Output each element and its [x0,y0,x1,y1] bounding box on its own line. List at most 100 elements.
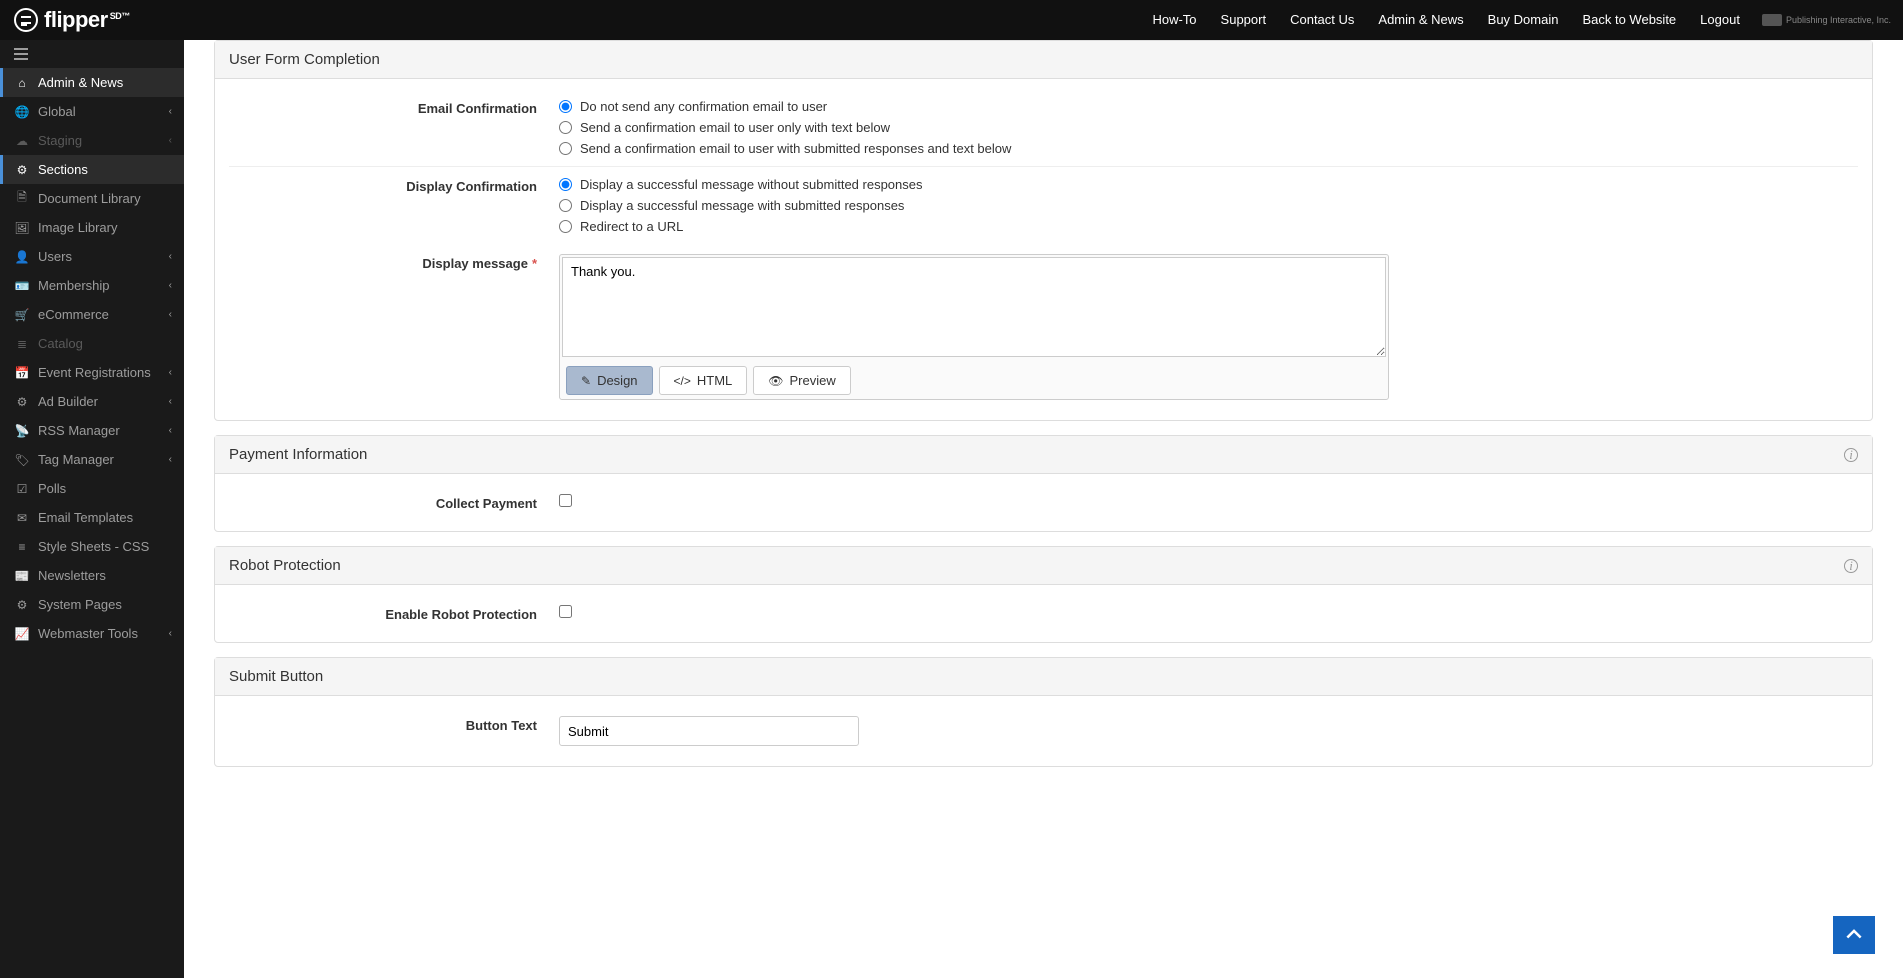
sidebar-item-admin-news[interactable]: ⌂ Admin & News [0,68,184,97]
label-display-message: Display message* [229,254,559,400]
chevron-up-icon [1844,925,1864,945]
envelope-icon: ✉ [14,511,30,525]
sidebar-item-label: Document Library [38,191,141,206]
sidebar-item-image-library[interactable]: 🖼 Image Library [0,213,184,242]
sidebar-item-label: eCommerce [38,307,109,322]
editor-tab-html[interactable]: </> HTML [659,366,748,395]
panel-payment-information: Payment Information i Collect Payment [214,435,1873,532]
editor-tab-design[interactable]: ✎ Design [566,366,653,395]
nav-adminnews[interactable]: Admin & News [1366,0,1475,40]
eye-icon: 👁 [768,374,783,388]
radio-input[interactable] [559,178,572,191]
code-icon: ≡ [14,540,30,554]
chevron-left-icon: ‹ [169,425,172,436]
calendar-icon: 📅 [14,366,30,380]
sidebar-item-sections[interactable]: ⚙Sections [0,155,184,184]
sidebar-item-users[interactable]: 👤Users‹ [0,242,184,271]
panel-header: User Form Completion [215,41,1872,79]
radio-input[interactable] [559,199,572,212]
sidebar-item-document-library[interactable]: 🗎 Document Library [0,184,184,213]
radio-input[interactable] [559,100,572,113]
sidebar-item-ad-builder[interactable]: ⚙Ad Builder‹ [0,387,184,416]
panel-title: Submit Button [229,668,323,685]
nav-backtosite[interactable]: Back to Website [1570,0,1688,40]
chevron-left-icon: ‹ [169,396,172,407]
nav-logout[interactable]: Logout [1688,0,1752,40]
sidebar-item-email-templates[interactable]: ✉ Email Templates [0,503,184,532]
label-display-confirmation: Display Confirmation [229,177,559,234]
chevron-left-icon: ‹ [169,280,172,291]
chevron-left-icon: ‹ [169,135,172,146]
idcard-icon: 🪪 [14,279,30,293]
sidebar-item-label: Membership [38,278,110,293]
sidebar-item-webmaster-tools[interactable]: 📈Webmaster Tools‹ [0,619,184,648]
sidebar-item-label: RSS Manager [38,423,120,438]
vendor-icon [1762,14,1782,26]
nav-contact[interactable]: Contact Us [1278,0,1366,40]
sidebar-item-label: Style Sheets - CSS [38,539,149,554]
sidebar-item-label: Sections [38,162,88,177]
gear-icon: ⚙ [14,598,30,612]
panel-title: Payment Information [229,446,367,463]
sidebar-item-event-registrations[interactable]: 📅 Event Registrations ‹ [0,358,184,387]
topbar: flipperSD™ How-To Support Contact Us Adm… [0,0,1903,40]
user-icon: 👤 [14,250,30,264]
radio-display-no-responses[interactable]: Display a successful message without sub… [559,177,1858,192]
radio-input[interactable] [559,121,572,134]
chevron-left-icon: ‹ [169,309,172,320]
radio-display-with-responses[interactable]: Display a successful message with submit… [559,198,1858,213]
radio-display-redirect[interactable]: Redirect to a URL [559,219,1858,234]
news-icon: 📰 [14,569,30,583]
home-icon: ⌂ [14,76,30,90]
radio-email-with-responses[interactable]: Send a confirmation email to user with s… [559,141,1858,156]
radio-input[interactable] [559,220,572,233]
editor-tab-preview[interactable]: 👁 Preview [753,366,850,395]
main-content: User Form Completion Email Confirmation … [184,40,1903,827]
sidebar-item-rss-manager[interactable]: 📡RSS Manager‹ [0,416,184,445]
scroll-to-top-button[interactable] [1833,916,1875,954]
sidebar-toggle[interactable] [0,40,184,68]
sidebar-item-style-sheets-css[interactable]: ≡ Style Sheets - CSS [0,532,184,561]
nav-howto[interactable]: How-To [1140,0,1208,40]
sidebar-item-label: Email Templates [38,510,133,525]
panel-title: Robot Protection [229,557,341,574]
sidebar-item-global[interactable]: 🌐Global‹ [0,97,184,126]
sidebar-item-label: Image Library [38,220,117,235]
sidebar: ⌂Admin & News🌐Global‹☁Staging‹⚙Sections🗎… [0,40,184,978]
panel-header: Submit Button [215,658,1872,696]
nav-buydomain[interactable]: Buy Domain [1476,0,1571,40]
sidebar-item-tag-manager[interactable]: 🏷Tag Manager‹ [0,445,184,474]
info-icon[interactable]: i [1844,559,1858,573]
image-icon: 🖼 [14,221,30,235]
check-icon: ☑ [14,482,30,496]
input-button-text[interactable] [559,716,859,746]
radio-input[interactable] [559,142,572,155]
top-nav: How-To Support Contact Us Admin & News B… [1140,0,1903,40]
logo[interactable]: flipperSD™ [0,0,144,40]
panel-header: Robot Protection i [215,547,1872,585]
checkbox-collect-payment[interactable] [559,494,572,507]
sidebar-item-newsletters[interactable]: 📰Newsletters [0,561,184,590]
logo-text: flipperSD™ [44,7,130,33]
sidebar-item-label: Event Registrations [38,365,151,380]
display-message-editor[interactable] [562,257,1386,357]
sidebar-item-ecommerce[interactable]: 🛒eCommerce‹ [0,300,184,329]
hamburger-icon [14,48,28,60]
sidebar-item-polls[interactable]: ☑Polls [0,474,184,503]
sidebar-item-system-pages[interactable]: ⚙ System Pages [0,590,184,619]
checkbox-enable-robot-protection[interactable] [559,605,572,618]
nav-support[interactable]: Support [1209,0,1279,40]
sidebar-item-membership[interactable]: 🪪 Membership ‹ [0,271,184,300]
sidebar-item-label: Admin & News [38,75,123,90]
sidebar-item-label: Webmaster Tools [38,626,138,641]
info-icon[interactable]: i [1844,448,1858,462]
sidebar-item-staging: ☁Staging‹ [0,126,184,155]
radio-email-none[interactable]: Do not send any confirmation email to us… [559,99,1858,114]
file-icon: 🗎 [14,188,30,209]
chart-icon: 📈 [14,627,30,641]
sidebar-item-label: System Pages [38,597,122,612]
chevron-left-icon: ‹ [169,367,172,378]
panel-user-form-completion: User Form Completion Email Confirmation … [214,40,1873,421]
sidebar-item-label: Catalog [38,336,83,351]
radio-email-text-only[interactable]: Send a confirmation email to user only w… [559,120,1858,135]
